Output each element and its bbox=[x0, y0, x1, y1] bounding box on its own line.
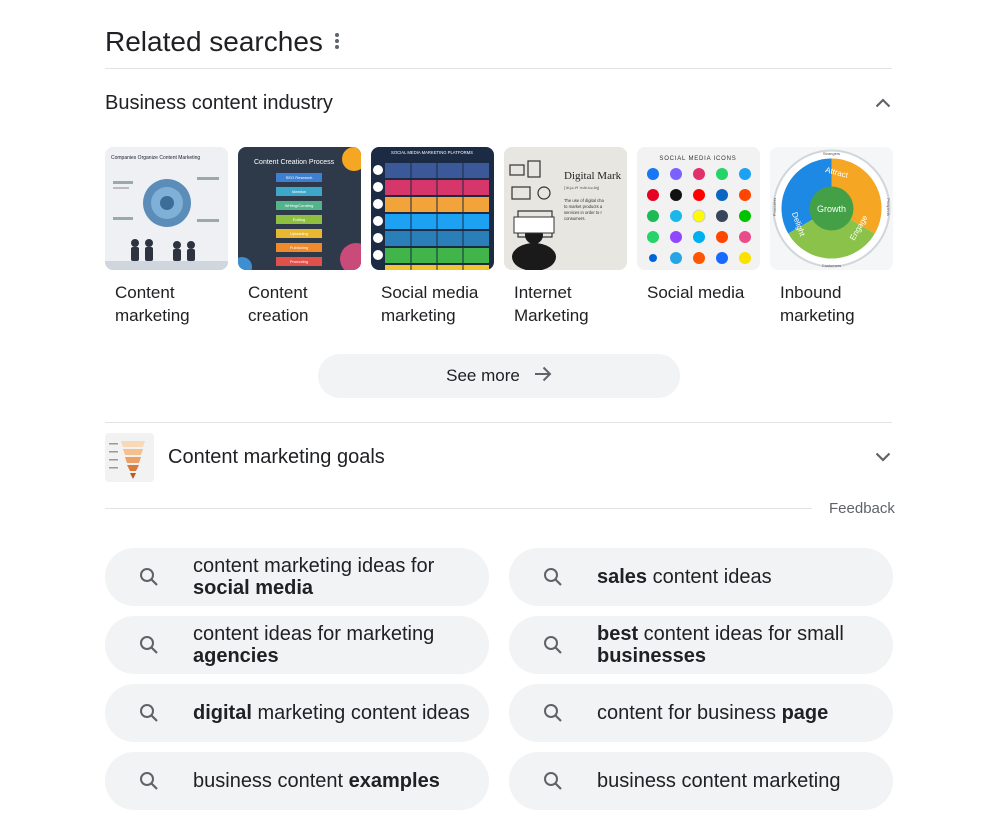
suggestion-text: business content marketing bbox=[597, 770, 841, 792]
related-searches-header: Related searches bbox=[105, 22, 323, 62]
thumbnail-label: Internet Marketing bbox=[514, 283, 589, 325]
svg-text:Publishing: Publishing bbox=[290, 245, 308, 250]
search-icon bbox=[544, 772, 562, 790]
arrow-right-icon bbox=[534, 366, 552, 387]
svg-text:SOCIAL MEDIA MARKETING PLATFOR: SOCIAL MEDIA MARKETING PLATFORMS bbox=[391, 150, 473, 155]
section-title: Content marketing goals bbox=[168, 445, 385, 468]
thumbnail-label: Social media bbox=[647, 283, 745, 302]
related-search-chip[interactable]: business content examples bbox=[105, 752, 489, 810]
related-search-chip[interactable]: content for business page bbox=[509, 684, 893, 742]
svg-text:Strangers: Strangers bbox=[823, 151, 840, 156]
suggestion-text: digital marketing content ideas bbox=[193, 702, 470, 724]
see-more-label: See more bbox=[446, 366, 520, 385]
svg-text:Editing: Editing bbox=[293, 217, 305, 222]
section-content-marketing-goals[interactable]: Content marketing goals bbox=[105, 432, 893, 482]
funnel-thumbnail-image bbox=[105, 432, 154, 482]
social-media-icons-image: SOCIAL MEDIA ICONS bbox=[637, 147, 760, 270]
suggestion-text: content for business page bbox=[597, 702, 829, 724]
chevron-up-icon[interactable] bbox=[873, 93, 893, 113]
thumbnail-social-media[interactable]: SOCIAL MEDIA ICONS Social media bbox=[637, 147, 760, 327]
related-search-chip[interactable]: content marketing ideas for social media bbox=[105, 548, 489, 606]
related-search-chip[interactable]: business content marketing bbox=[509, 752, 893, 810]
suggestion-text: content marketing ideas for social media bbox=[193, 555, 435, 599]
suggestion-text: sales content ideas bbox=[597, 566, 772, 588]
thumbnail-content-creation[interactable]: Content Creation Process SEO Research Id… bbox=[238, 147, 361, 327]
svg-text:SEO Research: SEO Research bbox=[286, 175, 313, 180]
svg-text:Uploading: Uploading bbox=[290, 231, 308, 236]
suggestion-text: business content examples bbox=[193, 770, 440, 792]
search-icon bbox=[140, 568, 158, 586]
thumbnail-content-marketing[interactable]: Companies Organize Content Marketing Con… bbox=[105, 147, 228, 327]
related-search-chips: content marketing ideas for social media… bbox=[105, 548, 893, 810]
divider bbox=[105, 68, 892, 69]
svg-text:['di-jə-tᵊl 'mär-kə-tiŋ]: ['di-jə-tᵊl 'mär-kə-tiŋ] bbox=[564, 185, 599, 190]
divider bbox=[105, 422, 892, 423]
svg-text:Ideation: Ideation bbox=[292, 189, 306, 194]
related-search-chip[interactable]: best content ideas for small businesses bbox=[509, 616, 893, 674]
inbound-marketing-image: Growth Attract Engage Delight Strangers … bbox=[770, 147, 893, 270]
image-carousel: Companies Organize Content Marketing Con… bbox=[105, 147, 893, 327]
search-icon bbox=[544, 636, 562, 654]
see-more-button[interactable]: See more bbox=[318, 354, 680, 398]
svg-text:Promoters: Promoters bbox=[772, 198, 777, 216]
content-marketing-image: Companies Organize Content Marketing bbox=[105, 147, 228, 270]
svg-text:Prospects: Prospects bbox=[886, 198, 891, 216]
search-icon bbox=[140, 772, 158, 790]
suggestion-text: content ideas for marketing agencies bbox=[193, 623, 435, 667]
related-search-chip[interactable]: sales content ideas bbox=[509, 548, 893, 606]
svg-text:Writing/Curating: Writing/Curating bbox=[285, 203, 314, 208]
divider bbox=[105, 508, 812, 509]
section-title: Business content industry bbox=[105, 91, 333, 114]
svg-text:Content Creation Process: Content Creation Process bbox=[254, 159, 335, 166]
content-creation-image: Content Creation Process SEO Research Id… bbox=[238, 147, 361, 270]
search-icon bbox=[140, 704, 158, 722]
svg-text:Promoting: Promoting bbox=[290, 259, 308, 264]
chevron-down-icon[interactable] bbox=[873, 447, 893, 467]
svg-text:Companies Organize Content Mar: Companies Organize Content Marketing bbox=[111, 155, 200, 161]
thumbnail-social-media-marketing[interactable]: SOCIAL MEDIA MARKETING PLATFORMS Social … bbox=[371, 147, 494, 327]
svg-text:Growth: Growth bbox=[817, 204, 846, 214]
suggestion-text: best content ideas for small businesses bbox=[597, 623, 844, 667]
thumbnail-label: Social media marketing bbox=[381, 283, 479, 325]
search-icon bbox=[140, 636, 158, 654]
related-search-chip[interactable]: digital marketing content ideas bbox=[105, 684, 489, 742]
svg-text:Customers: Customers bbox=[822, 263, 841, 268]
page-title: Related searches bbox=[105, 26, 323, 57]
feedback-link[interactable]: Feedback bbox=[829, 500, 895, 517]
section-business-content-industry[interactable]: Business content industry bbox=[105, 90, 893, 116]
thumbnail-label: Inbound marketing bbox=[780, 283, 855, 325]
internet-marketing-image: Digital Mark ['di-jə-tᵊl 'mär-kə-tiŋ] Th… bbox=[504, 147, 627, 270]
thumbnail-inbound-marketing[interactable]: Growth Attract Engage Delight Strangers … bbox=[770, 147, 893, 327]
search-icon bbox=[544, 568, 562, 586]
svg-text:Digital Mark: Digital Mark bbox=[564, 170, 622, 182]
search-icon bbox=[544, 704, 562, 722]
thumbnail-internet-marketing[interactable]: Digital Mark ['di-jə-tᵊl 'mär-kə-tiŋ] Th… bbox=[504, 147, 627, 327]
more-options-icon[interactable] bbox=[330, 30, 344, 52]
social-media-marketing-image: SOCIAL MEDIA MARKETING PLATFORMS bbox=[371, 147, 494, 270]
thumbnail-label: Content marketing bbox=[115, 283, 190, 325]
thumbnail-label: Content creation bbox=[248, 283, 309, 325]
related-search-chip[interactable]: content ideas for marketing agencies bbox=[105, 616, 489, 674]
svg-text:SOCIAL MEDIA ICONS: SOCIAL MEDIA ICONS bbox=[659, 156, 736, 162]
